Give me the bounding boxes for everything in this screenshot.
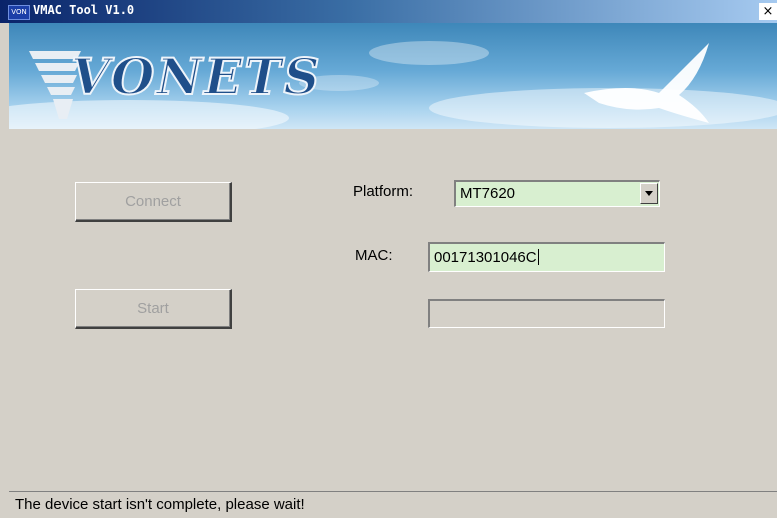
mac-label: MAC: <box>355 247 393 264</box>
mac-input-value: 00171301046C <box>434 249 537 266</box>
platform-label: Platform: <box>353 183 414 200</box>
mac-input[interactable]: 00171301046C <box>428 242 665 272</box>
status-bar: The device start isn't complete, please … <box>9 491 777 518</box>
connect-button[interactable]: Connect <box>75 182 232 222</box>
title-bar[interactable]: VON VMAC Tool V1.0 × <box>0 0 777 23</box>
chevron-down-icon <box>645 191 653 196</box>
banner-logo-text: VONETS <box>70 46 322 107</box>
text-caret <box>537 249 539 265</box>
progress-field[interactable] <box>428 299 665 328</box>
dropdown-button[interactable] <box>640 183 658 204</box>
platform-select[interactable]: MT7620 <box>454 180 660 207</box>
close-button[interactable]: × <box>759 3 777 20</box>
window-frame <box>0 23 9 518</box>
window-title: VMAC Tool V1.0 <box>33 3 135 17</box>
banner: VONETS <box>9 23 777 129</box>
start-button[interactable]: Start <box>75 289 232 329</box>
platform-select-value: MT7620 <box>460 185 516 202</box>
status-message: The device start isn't complete, please … <box>15 496 305 513</box>
app-icon: VON <box>8 5 30 20</box>
